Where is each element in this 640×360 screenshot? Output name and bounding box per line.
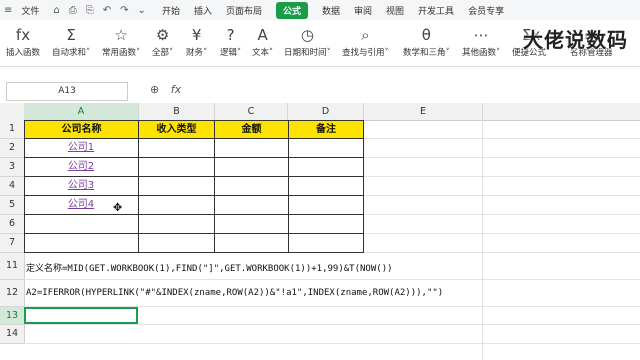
row-header-13[interactable]: 13 [0, 307, 25, 325]
ribbon-label: 其他函数˅ [462, 48, 501, 58]
row-header-7[interactable]: 7 [0, 234, 25, 253]
ribbon-label: 全部˅ [152, 48, 174, 58]
undo-icon[interactable]: ↶ [103, 5, 111, 16]
column-header-c[interactable]: C [215, 103, 288, 121]
spreadsheet-grid[interactable]: A B C D E 1 2 3 4 5 6 7 11 12 13 14 公司名称… [0, 103, 640, 360]
select-all-corner[interactable] [0, 103, 25, 121]
header-company-name[interactable]: 公司名称 [24, 120, 139, 139]
header-income-type[interactable]: 收入类型 [138, 120, 215, 139]
question-icon: ? [226, 26, 235, 44]
company-link-2[interactable]: 公司2 [24, 158, 138, 176]
ribbon-label: 财务˅ [186, 48, 208, 58]
column-header-b[interactable]: B [139, 103, 215, 121]
all-functions-button[interactable]: ⚙ 全部˅ [152, 24, 173, 58]
row-header-5[interactable]: 5 [0, 196, 25, 215]
more-icon[interactable]: ⌄ [138, 5, 146, 16]
ribbon-label: 查找与引用˅ [342, 48, 389, 58]
ribbon-label: 自动求和˅ [52, 48, 91, 58]
lookup-icon: ⌕ [361, 26, 370, 44]
move-cursor-icon: ✥ [113, 201, 123, 214]
tab-developer[interactable]: 开发工具 [418, 4, 454, 17]
row-header-12[interactable]: 12 [0, 280, 25, 307]
theta-icon: θ [421, 26, 431, 44]
company-link-3[interactable]: 公司3 [24, 177, 138, 195]
tab-member[interactable]: 会员专享 [468, 4, 504, 17]
menu-bar: ≡ 文件 ⌂ ⎙ ⎘ ↶ ↷ ⌄ 开始 插入 页面布局 公式 数据 审阅 视图 … [0, 0, 640, 20]
file-menu[interactable]: 文件 [21, 4, 39, 17]
insert-function-button[interactable]: fx 插入函数 [6, 24, 40, 58]
row-header-1[interactable]: 1 [0, 120, 25, 139]
redo-icon[interactable]: ↷ [120, 5, 128, 16]
ribbon-label: 日期和时间˅ [284, 48, 331, 58]
column-header-d[interactable]: D [288, 103, 364, 121]
row-header-2[interactable]: 2 [0, 139, 25, 158]
watermark: 大佬说数码 [523, 28, 628, 52]
text-button[interactable]: A 文本˅ [252, 24, 273, 58]
header-remarks[interactable]: 备注 [288, 120, 364, 139]
gridline [24, 279, 640, 280]
row-header-4[interactable]: 4 [0, 177, 25, 196]
note-hyperlink-formula[interactable]: A2=IFERROR(HYPERLINK("#"&INDEX(zname,ROW… [26, 288, 443, 298]
tab-review[interactable]: 审阅 [354, 4, 372, 17]
fx-icon[interactable]: fx [171, 83, 181, 96]
yen-icon: ¥ [191, 26, 202, 44]
gridline [482, 120, 483, 360]
row-header-11[interactable]: 11 [0, 253, 25, 280]
header-amount[interactable]: 金额 [214, 120, 289, 139]
menu-icon[interactable]: ≡ [4, 5, 12, 16]
clock-icon: ◷ [300, 26, 314, 44]
ribbon: fx 插入函数 Σ 自动求和˅ ☆ 常用函数˅ ⚙ 全部˅ ¥ 财务˅ ? 逻辑… [0, 20, 640, 67]
formula-bar: A13 ⊕ fx [0, 79, 640, 104]
gridline [24, 324, 640, 325]
row-header-3[interactable]: 3 [0, 158, 25, 177]
column-header-e[interactable]: E [364, 103, 483, 121]
lookup-reference-button[interactable]: ⌕ 查找与引用˅ [342, 24, 389, 58]
ribbon-label: 数学和三角˅ [403, 48, 450, 58]
ribbon-label: 常用函数˅ [102, 48, 141, 58]
ellipsis-icon: ⋯ [473, 26, 489, 44]
gridline [24, 343, 640, 344]
fx-icon: fx [15, 26, 31, 44]
more-functions-button[interactable]: ⋯ 其他函数˅ [462, 24, 500, 58]
tab-formulas[interactable]: 公式 [275, 1, 308, 19]
formula-bar-icons: ⊕ fx [150, 83, 189, 96]
star-icon: ☆ [114, 26, 128, 44]
table-row-border [24, 214, 364, 215]
table-row-border [24, 233, 364, 234]
row-header-6[interactable]: 6 [0, 215, 25, 234]
ribbon-label: 逻辑˅ [220, 48, 242, 58]
zoom-icon[interactable]: ⊕ [150, 83, 159, 96]
logical-button[interactable]: ? 逻辑˅ [220, 24, 241, 58]
tab-data[interactable]: 数据 [322, 4, 340, 17]
ribbon-label: 文本˅ [252, 48, 274, 58]
print-icon[interactable]: ⎙ [69, 5, 77, 16]
active-cell-a13[interactable] [24, 307, 138, 324]
copy-icon[interactable]: ⎘ [86, 5, 94, 16]
tab-page-layout[interactable]: 页面布局 [226, 4, 262, 17]
common-functions-button[interactable]: ☆ 常用函数˅ [102, 24, 140, 58]
name-box[interactable]: A13 [6, 82, 128, 101]
tab-insert[interactable]: 插入 [194, 4, 212, 17]
text-icon: A [257, 26, 268, 44]
column-header-blank [483, 103, 640, 121]
math-trig-button[interactable]: θ 数学和三角˅ [403, 24, 450, 58]
tab-view[interactable]: 视图 [386, 4, 404, 17]
autosum-button[interactable]: Σ 自动求和˅ [52, 24, 90, 58]
date-time-button[interactable]: ◷ 日期和时间˅ [284, 24, 331, 58]
company-link-1[interactable]: 公司1 [24, 139, 138, 157]
home-icon[interactable]: ⌂ [53, 5, 59, 16]
row-header-14[interactable]: 14 [0, 325, 25, 344]
note-define-name[interactable]: 定义名称=MID(GET.WORKBOOK(1),FIND("]",GET.WO… [26, 261, 393, 274]
ribbon-label: 插入函数 [6, 48, 41, 58]
column-header-a[interactable]: A [24, 103, 139, 121]
gear-icon: ⚙ [155, 26, 170, 44]
financial-button[interactable]: ¥ 财务˅ [186, 24, 207, 58]
tab-home[interactable]: 开始 [162, 4, 180, 17]
sigma-icon: Σ [66, 26, 76, 44]
